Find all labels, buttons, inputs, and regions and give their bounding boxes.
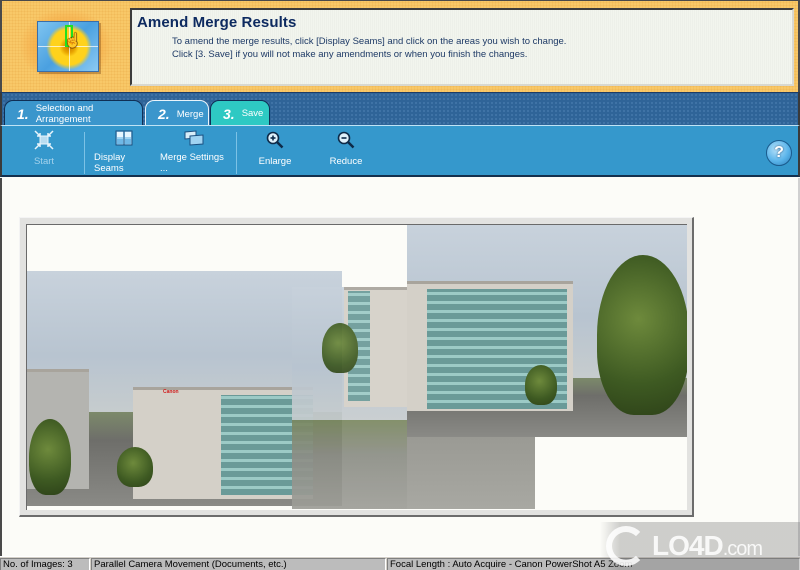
tab-number: 3. xyxy=(223,105,235,122)
toolbar: Start Display Seams Merge Settings ... E… xyxy=(0,125,800,177)
refresh-logo-icon xyxy=(606,526,646,566)
status-image-count: No. of Images: 3 xyxy=(0,558,90,570)
toolbar-separator xyxy=(84,132,85,174)
merge-settings-button[interactable]: Merge Settings ... xyxy=(160,130,228,174)
display-seams-icon xyxy=(114,130,134,146)
step-tabs: 1. Selection and Arrangement 2. Merge 3.… xyxy=(0,92,800,127)
tab-label: Save xyxy=(241,108,264,119)
tab-selection-and-arrangement[interactable]: 1. Selection and Arrangement xyxy=(4,100,143,126)
zoom-in-icon xyxy=(265,130,285,150)
panorama-segment-3-pavement xyxy=(407,437,535,509)
panorama-frame: Canon xyxy=(19,217,694,517)
merge-canvas: Canon xyxy=(0,178,800,556)
enlarge-label: Enlarge xyxy=(258,156,292,167)
tree xyxy=(597,255,687,415)
tab-label: Selection and Arrangement xyxy=(35,102,94,125)
watermark: LO4D.com xyxy=(600,522,800,570)
sign-text: Canon xyxy=(163,389,179,395)
page-title: Amend Merge Results xyxy=(137,14,297,31)
tab-save[interactable]: 3. Save xyxy=(210,100,270,126)
watermark-text: LO4D.com xyxy=(652,530,763,562)
reduce-label: Reduce xyxy=(329,156,363,167)
tab-number: 2. xyxy=(158,106,170,122)
start-button[interactable]: Start xyxy=(26,130,62,172)
tab-number: 1. xyxy=(17,105,29,122)
tree xyxy=(29,419,71,495)
tree xyxy=(322,323,358,373)
start-arrows-icon xyxy=(34,130,54,150)
merge-settings-icon xyxy=(184,130,204,146)
panorama-segment-3[interactable] xyxy=(407,225,687,437)
instruction-line: Click [3. Save] if you will not make any… xyxy=(172,49,528,60)
watermark-brand: LO4D xyxy=(652,530,724,561)
instruction-panel: Amend Merge Results To amend the merge r… xyxy=(130,8,794,86)
flower-stitch-icon: ☝ xyxy=(37,21,99,72)
hand-cursor-icon: ☝ xyxy=(64,32,82,48)
toolbar-separator xyxy=(236,132,237,174)
zoom-out-icon xyxy=(336,130,356,150)
watermark-suffix: .com xyxy=(722,538,763,560)
tree xyxy=(117,447,153,487)
display-seams-label: Display Seams xyxy=(94,152,126,174)
help-icon: ? xyxy=(774,144,784,161)
help-button[interactable]: ? xyxy=(766,140,792,166)
status-mode: Parallel Camera Movement (Documents, etc… xyxy=(91,558,386,570)
tab-label: Merge xyxy=(176,108,204,120)
reduce-button[interactable]: Reduce xyxy=(327,130,365,172)
header-banner: ☝ Amend Merge Results To amend the merge… xyxy=(0,0,800,92)
instruction-line: To amend the merge results, click [Displ… xyxy=(172,36,567,47)
enlarge-button[interactable]: Enlarge xyxy=(256,130,294,172)
display-seams-button[interactable]: Display Seams xyxy=(94,130,154,174)
merge-settings-label: Merge Settings ... xyxy=(160,152,224,174)
tree xyxy=(525,365,557,405)
tab-merge[interactable]: 2. Merge xyxy=(145,100,209,127)
start-label: Start xyxy=(33,156,55,167)
panorama-preview[interactable]: Canon xyxy=(26,224,687,510)
